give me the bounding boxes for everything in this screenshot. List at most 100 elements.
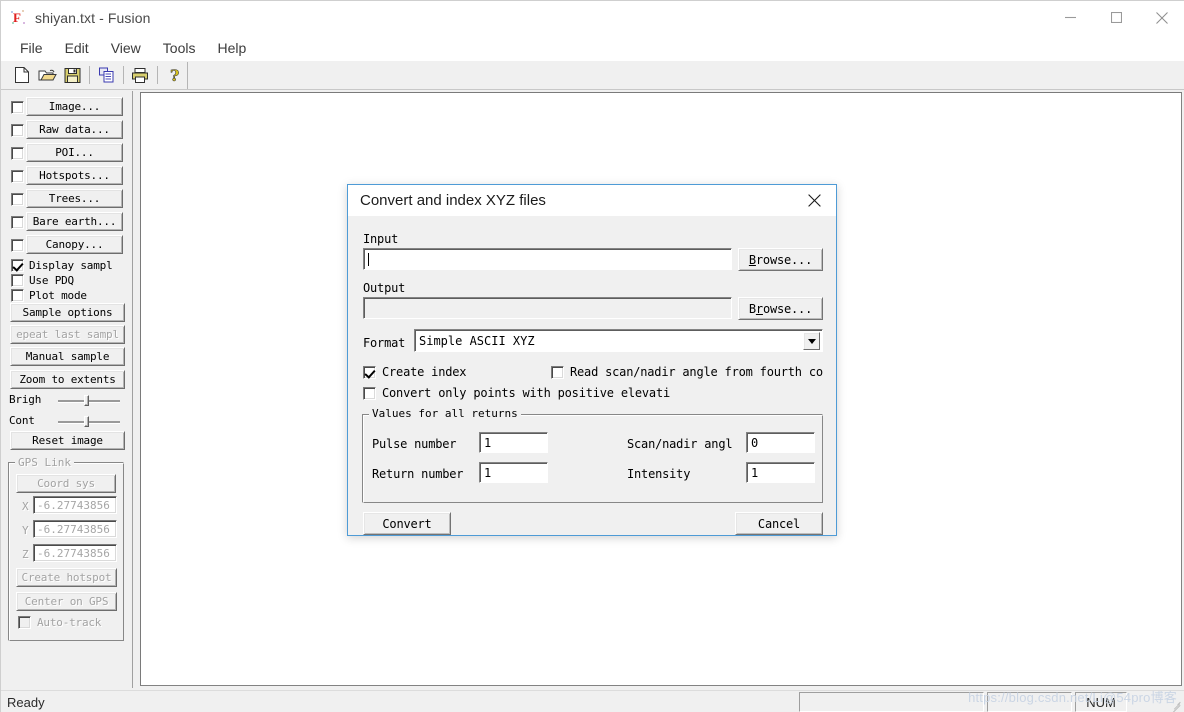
layer-button-canopy[interactable]: Canopy... [26,235,123,254]
plot-mode-checkbox[interactable] [11,289,24,302]
copy-icon[interactable] [94,63,119,87]
gps-x-label: X [22,500,29,513]
checkbox-row-display-sample: Display sampl [11,259,113,272]
format-select[interactable]: Simple ASCII XYZ [414,329,823,352]
read-scan-nadir-label: Read scan/nadir angle from fourth co [570,365,823,379]
output-label: Output [363,281,406,295]
auto-track-checkbox[interactable] [18,616,31,629]
dialog-titlebar: Convert and index XYZ files [348,185,836,216]
panel-splitter[interactable] [134,91,138,688]
menu-item-edit[interactable]: Edit [54,38,100,58]
gps-z-field[interactable]: -6.27743856 [33,544,117,562]
pulse-number-label: Pulse number [372,437,457,451]
manual-sample-button[interactable]: Manual sample [10,347,125,366]
chevron-down-icon[interactable] [803,332,820,350]
gps-z-label: Z [22,548,29,561]
toolbar-edge [187,62,188,89]
layer-checkbox-image[interactable] [11,101,24,114]
toolbar: ? [1,61,1184,90]
status-cell-1 [799,692,984,712]
coord-sys-button[interactable]: Coord sys [16,474,116,493]
status-cell-num: NUM [1075,692,1127,712]
positive-elevation-checkbox[interactable] [363,386,376,400]
brightness-label: Brigh [9,393,42,406]
create-index-checkbox-row: Create index [363,365,466,379]
format-selected-value: Simple ASCII XYZ [419,333,535,348]
values-group-title: Values for all returns [369,407,521,420]
display-sample-checkbox[interactable] [11,259,24,272]
scan-nadir-angle-field[interactable]: 0 [746,432,815,453]
cancel-button[interactable]: Cancel [735,512,823,535]
fusion-app-icon: F [11,9,27,26]
svg-text:?: ? [170,66,179,84]
brightness-slider-track[interactable] [58,400,120,402]
resize-grip-icon[interactable] [1169,698,1183,712]
sample-options-button[interactable]: Sample options [10,303,125,322]
layer-button-trees[interactable]: Trees... [26,189,123,208]
output-path-field[interactable] [363,297,732,319]
pulse-number-field[interactable]: 1 [479,432,548,453]
statusbar: Ready NUM [1,690,1184,712]
zoom-to-extents-button[interactable]: Zoom to extents [10,370,125,389]
layer-checkbox-canopy[interactable] [11,239,24,252]
convert-button[interactable]: Convert [363,512,451,535]
layer-button-image[interactable]: Image... [26,97,123,116]
contrast-slider-thumb[interactable] [84,416,89,427]
layer-checkbox-raw-data[interactable] [11,124,24,137]
menubar: File Edit View Tools Help [1,34,1184,61]
contrast-slider-track[interactable] [58,421,120,423]
contrast-label: Cont [9,414,35,427]
layer-checkbox-trees[interactable] [11,193,24,206]
auto-track-label: Auto-track [37,616,102,629]
fusion-application-window: F shiyan.txt - Fusion File Edit View Too… [0,0,1184,712]
new-file-icon[interactable] [10,63,35,87]
layer-button-hotspots[interactable]: Hotspots... [26,166,123,185]
intensity-field[interactable]: 1 [746,462,815,483]
input-path-field[interactable] [363,248,732,270]
window-title: shiyan.txt - Fusion [35,9,151,26]
menu-item-file[interactable]: File [9,38,54,58]
layer-checkbox-poi[interactable] [11,147,24,160]
menu-item-view[interactable]: View [100,38,152,58]
layer-button-poi[interactable]: POI... [26,143,123,162]
minimize-icon[interactable] [1047,1,1093,34]
menu-item-tools[interactable]: Tools [152,38,207,58]
window-controls [1047,1,1184,34]
dialog-title: Convert and index XYZ files [360,192,546,209]
create-index-label: Create index [382,365,467,379]
gps-x-field[interactable]: -6.27743856 [33,496,117,514]
create-hotspot-button[interactable]: Create hotspot [16,568,117,587]
print-icon[interactable] [128,63,153,87]
output-browse-button[interactable]: Browse... [738,297,823,320]
layer-checkbox-bare-earth[interactable] [11,216,24,229]
format-label: Format [363,336,406,350]
use-pdq-checkbox[interactable] [11,274,24,287]
menu-item-help[interactable]: Help [206,38,257,58]
center-on-gps-button[interactable]: Center on GPS [16,592,117,611]
maximize-icon[interactable] [1093,1,1139,34]
open-folder-icon[interactable] [35,63,60,87]
display-sample-label: Display sampl [29,259,113,272]
layer-button-bare-earth[interactable]: Bare earth... [26,212,123,231]
create-index-checkbox[interactable] [363,365,376,379]
gps-y-field[interactable]: -6.27743856 [33,520,117,538]
help-question-icon[interactable]: ? [162,63,187,87]
layer-button-raw-data[interactable]: Raw data... [26,120,123,139]
left-control-panel: Image... Raw data... POI... Hotspots... … [2,91,133,688]
toolbar-separator [157,66,158,84]
return-number-field[interactable]: 1 [479,462,548,483]
text-caret [368,252,369,266]
layer-checkbox-hotspots[interactable] [11,170,24,183]
window-titlebar: F shiyan.txt - Fusion [1,1,1184,34]
save-floppy-icon[interactable] [60,63,85,87]
dialog-close-icon[interactable] [792,185,836,216]
plot-mode-label: Plot mode [29,289,87,302]
input-label: Input [363,232,399,246]
repeat-last-sample-button[interactable]: epeat last sampl [10,325,125,344]
checkbox-row-plot-mode: Plot mode [11,289,87,302]
input-browse-button[interactable]: Browse... [738,248,823,271]
close-icon[interactable] [1139,1,1184,34]
reset-image-button[interactable]: Reset image [10,431,125,450]
brightness-slider-thumb[interactable] [84,395,89,406]
read-scan-nadir-checkbox[interactable] [551,365,564,379]
